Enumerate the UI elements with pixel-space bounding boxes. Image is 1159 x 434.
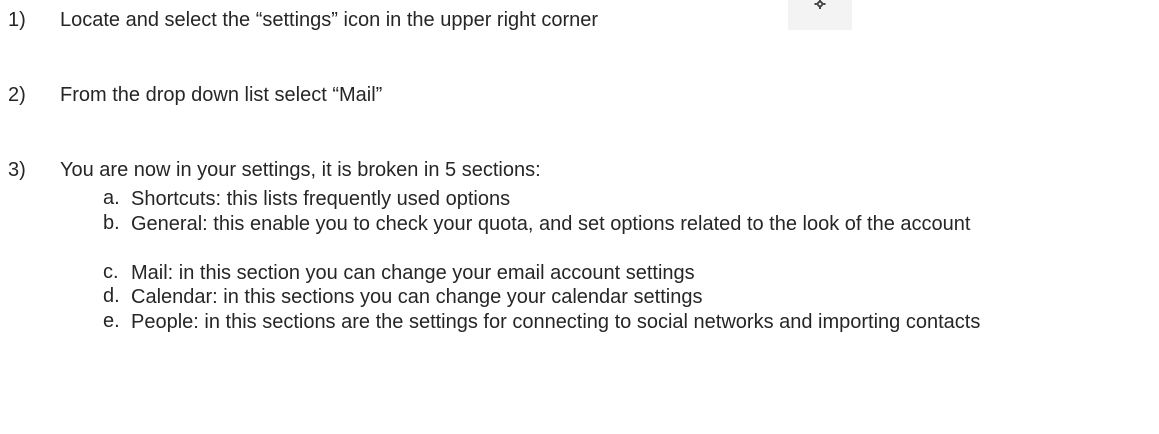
section-c-text: Mail: in this section you can change you…	[131, 262, 695, 284]
step-3-text: You are now in your settings, it is brok…	[60, 159, 541, 181]
step-2-text: From the drop down list select “Mail”	[60, 84, 383, 106]
step-2: 2) From the drop down list select “Mail”	[8, 84, 382, 107]
section-b-letter: b.	[103, 212, 120, 234]
section-e-letter: e.	[103, 310, 120, 332]
step-1-text: Locate and select the “settings” icon in…	[60, 9, 599, 31]
gear-icon	[814, 0, 826, 9]
section-a-text: Shortcuts: this lists frequently used op…	[131, 188, 511, 210]
section-c-letter: c.	[103, 261, 119, 283]
step-1-number: 1)	[8, 9, 26, 31]
section-e-text: People: in this sections are the setting…	[131, 311, 981, 333]
instructions-document: 1) Locate and select the “settings” icon…	[0, 0, 1159, 434]
step-3-number: 3)	[8, 159, 26, 181]
step-2-number: 2)	[8, 84, 26, 106]
settings-icon-image	[788, 0, 852, 30]
section-d-letter: d.	[103, 285, 120, 307]
section-d-text: Calendar: in this sections you can chang…	[131, 286, 703, 308]
step-3: 3) You are now in your settings, it is b…	[8, 159, 541, 182]
step-1: 1) Locate and select the “settings” icon…	[8, 9, 598, 32]
section-b-text: General: this enable you to check your q…	[131, 213, 971, 235]
section-a-letter: a.	[103, 187, 120, 209]
